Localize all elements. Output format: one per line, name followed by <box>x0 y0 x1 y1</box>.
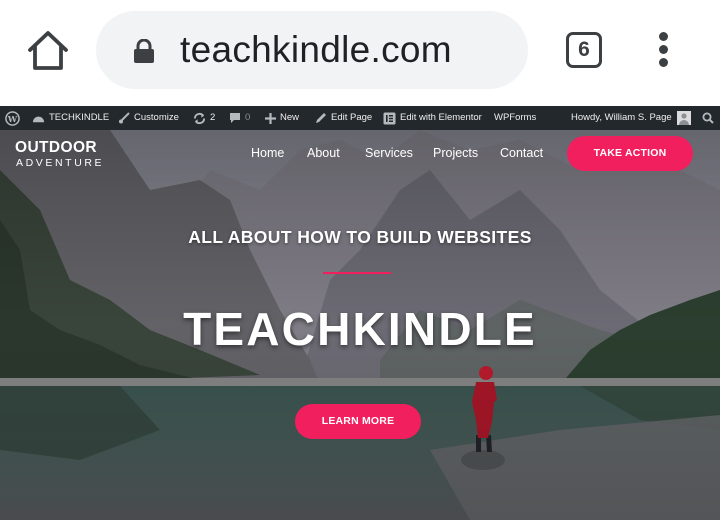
wp-admin-bar: W TECHKINDLE Customize 2 0 New Edit Page… <box>0 106 720 130</box>
edit-page-label: Edit Page <box>331 112 373 123</box>
customize-label: Customize <box>134 112 179 123</box>
elementor-icon <box>383 112 396 124</box>
lock-icon <box>133 38 155 63</box>
nav-about[interactable]: About <box>307 146 340 160</box>
address-bar[interactable]: teachkindle.com <box>96 11 528 89</box>
comments-link[interactable]: 0 <box>229 106 250 130</box>
nav-projects[interactable]: Projects <box>433 146 478 160</box>
browser-toolbar: teachkindle.com 6 <box>0 0 720 106</box>
plus-icon <box>265 112 276 124</box>
comment-icon <box>230 113 240 123</box>
site-logo[interactable]: OUTDOOR <box>15 139 97 157</box>
hero-divider <box>323 272 391 274</box>
nav-home[interactable]: Home <box>251 146 284 160</box>
site-name-menu[interactable]: TECHKINDLE <box>32 106 109 130</box>
url-text: teachkindle.com <box>180 29 452 70</box>
wpforms-link[interactable]: WPForms <box>494 106 536 130</box>
dashboard-gauge-icon <box>32 116 45 122</box>
hero-section: OUTDOOR ADVENTURE Home About Services Pr… <box>0 130 720 520</box>
customize-link[interactable]: Customize <box>118 106 179 130</box>
svg-text:W: W <box>7 113 18 123</box>
take-action-button[interactable]: TAKE ACTION <box>567 136 693 171</box>
wordpress-logo-icon[interactable]: W <box>5 106 20 130</box>
home-icon[interactable] <box>26 30 70 72</box>
site-name: TECHKINDLE <box>49 112 110 123</box>
new-content-link[interactable]: New <box>265 106 299 130</box>
edit-elementor-label: Edit with Elementor <box>400 112 482 123</box>
account-menu[interactable]: Howdy, William S. Page <box>571 106 691 130</box>
updates-count: 2 <box>210 112 216 123</box>
hero-kicker: ALL ABOUT HOW TO BUILD WEBSITES <box>188 227 532 247</box>
hero-headline: TEACHKINDLE <box>183 303 537 355</box>
updates-icon <box>193 112 206 124</box>
edit-elementor-link[interactable]: Edit with Elementor <box>383 106 482 130</box>
updates-link[interactable]: 2 <box>193 106 215 130</box>
overflow-menu-icon[interactable] <box>652 30 676 70</box>
nav-contact[interactable]: Contact <box>500 146 543 160</box>
pencil-icon <box>316 113 326 123</box>
search-icon[interactable] <box>702 106 714 130</box>
avatar <box>676 111 691 125</box>
site-logo-tagline: ADVENTURE <box>16 157 105 169</box>
brush-icon <box>119 112 130 124</box>
nav-services[interactable]: Services <box>365 146 413 160</box>
howdy-label: Howdy, William S. Page <box>571 112 672 123</box>
edit-page-link[interactable]: Edit Page <box>315 106 372 130</box>
comments-count: 0 <box>245 112 251 123</box>
learn-more-button[interactable]: LEARN MORE <box>295 404 421 439</box>
new-label: New <box>280 112 300 123</box>
wpforms-label: WPForms <box>494 112 537 123</box>
tab-switcher-button[interactable]: 6 <box>566 32 602 68</box>
